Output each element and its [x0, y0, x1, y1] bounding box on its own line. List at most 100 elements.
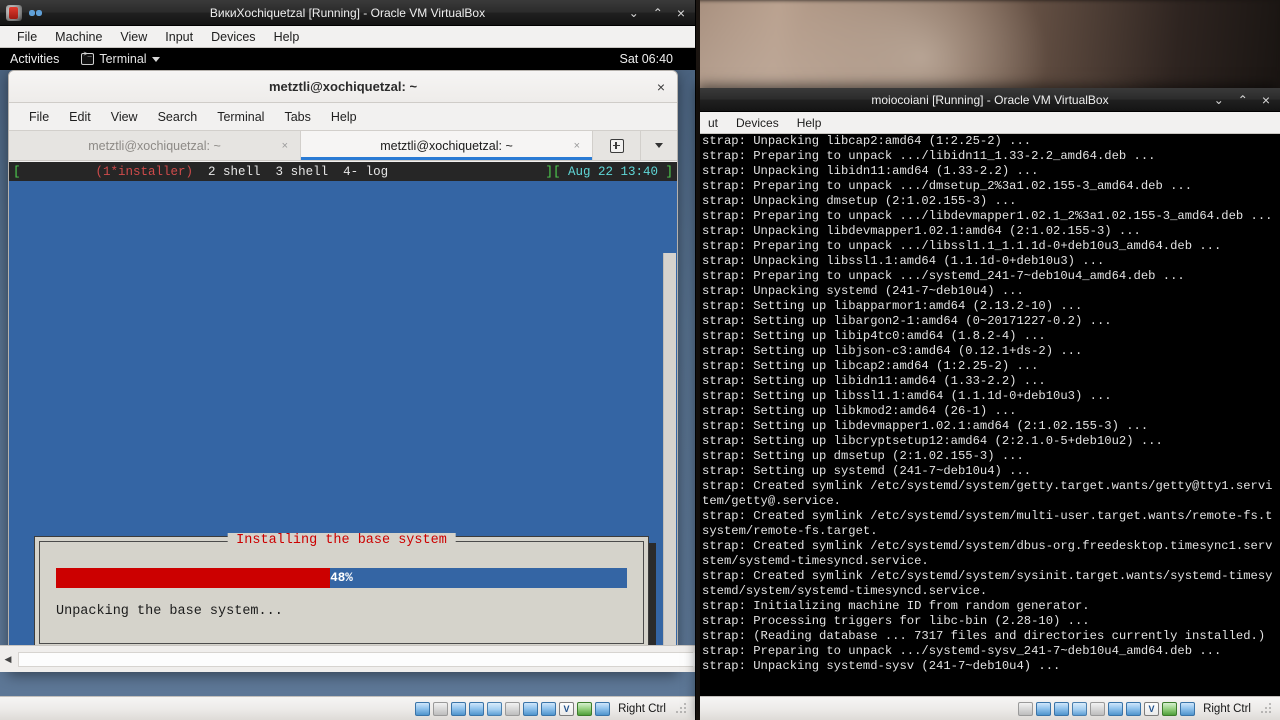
activities-button[interactable]: Activities	[10, 52, 59, 66]
terminal-menu-view[interactable]: View	[101, 110, 148, 124]
terminal-menubar[interactable]: File Edit View Search Terminal Tabs Help	[9, 103, 677, 131]
virtualization-icon[interactable]: V	[559, 701, 575, 716]
right-vm-menubar[interactable]: ut Devices Help	[700, 112, 1280, 134]
mouse-integration-icon[interactable]	[1162, 701, 1178, 716]
minimize-icon[interactable]: ⌄	[629, 7, 639, 19]
console-log-line: strap: Setting up libapparmor1:amd64 (2.…	[702, 299, 1083, 313]
tmux-status-bar: [ (1*installer) 2 shell 3 shell 4- log ]…	[9, 162, 677, 181]
close-icon[interactable]: ×	[677, 6, 685, 20]
optical-drive-icon[interactable]	[1018, 701, 1034, 716]
tmux-active-window[interactable]: (1*installer)	[21, 165, 194, 179]
terminal-menu-edit[interactable]: Edit	[59, 110, 101, 124]
menu-item-input[interactable]: Input	[156, 26, 202, 48]
virtualization-icon[interactable]: V	[1144, 701, 1160, 716]
left-vm-title: ВикиXochiquetzal [Running] - Oracle VM V…	[209, 5, 486, 20]
gnome-clock[interactable]: Sat 06:40	[619, 52, 673, 66]
terminal-tab-2[interactable]: metztli@xochiquetzal: ~ ×	[301, 131, 593, 160]
close-icon[interactable]: ×	[1262, 93, 1270, 107]
minimize-icon[interactable]: ⌄	[1214, 94, 1224, 106]
recording-icon[interactable]	[541, 701, 557, 716]
optical-drive-icon[interactable]	[433, 701, 449, 716]
usb-icon[interactable]	[487, 701, 503, 716]
console-log-line: strap: Unpacking systemd-sysv (241-7~deb…	[702, 659, 1061, 673]
terminal-menu-file[interactable]: File	[19, 110, 59, 124]
terminal-tab-1[interactable]: metztli@xochiquetzal: ~ ×	[9, 131, 301, 160]
left-vm-titlebar[interactable]: ВикиXochiquetzal [Running] - Oracle VM V…	[0, 0, 695, 26]
scroll-left-arrow-icon[interactable]: ◀	[0, 654, 16, 665]
console-log-line: strap: Unpacking dmsetup (2:1.02.155-3) …	[702, 194, 1017, 208]
terminal-close-icon[interactable]: ×	[657, 79, 665, 95]
display-icon[interactable]	[523, 701, 539, 716]
console-log-line: strap: Preparing to unpack .../dmsetup_2…	[702, 179, 1193, 193]
terminal-tab-2-label: metztli@xochiquetzal: ~	[380, 138, 513, 153]
usb-icon[interactable]	[1072, 701, 1088, 716]
virtualbox-window-right[interactable]: moiocoiani [Running] - Oracle VM Virtual…	[700, 88, 1280, 720]
mouse-integration-icon[interactable]	[577, 701, 593, 716]
virtualbox-window-left[interactable]: ВикиXochiquetzal [Running] - Oracle VM V…	[0, 0, 696, 720]
menu-item-file[interactable]: File	[8, 26, 46, 48]
installer-dialog[interactable]: Installing the base system 48% Unpacking…	[34, 533, 649, 649]
console-log-line: strap: Preparing to unpack .../libidn11_…	[702, 149, 1156, 163]
shared-folders-icon[interactable]	[1090, 701, 1106, 716]
tab-list-dropdown-button[interactable]	[641, 131, 677, 160]
menu-item-input-clipped[interactable]: ut	[708, 112, 727, 134]
terminal-menu-help[interactable]: Help	[321, 110, 367, 124]
gnome-terminal-window[interactable]: metztli@xochiquetzal: ~ × File Edit View…	[8, 70, 678, 672]
console-log-line: strap: Setting up libdevmapper1.02.1:amd…	[702, 419, 1149, 433]
terminal-tab-1-close-icon[interactable]: ×	[282, 140, 288, 152]
terminal-menu-search[interactable]: Search	[148, 110, 208, 124]
gnome-top-bar[interactable]: Activities Terminal Sat 06:40	[0, 48, 695, 70]
host-key-icon[interactable]	[1180, 701, 1196, 716]
right-vm-titlebar[interactable]: moiocoiani [Running] - Oracle VM Virtual…	[700, 88, 1280, 112]
console-log-output: strap: Unpacking libcap2:amd64 (1:2.25-2…	[700, 134, 1280, 696]
menu-item-help[interactable]: Help	[788, 112, 831, 134]
host-key-icon[interactable]	[595, 701, 611, 716]
resize-grip-icon[interactable]	[675, 702, 687, 715]
chevron-down-icon[interactable]	[151, 56, 160, 62]
hscroll-track[interactable]	[18, 651, 695, 667]
audio-icon[interactable]	[451, 701, 467, 716]
terminal-body[interactable]: [ (1*installer) 2 shell 3 shell 4- log ]…	[9, 162, 677, 671]
console-log-line: strap: Setting up libargon2-1:amd64 (0~2…	[702, 314, 1112, 328]
right-vm-window-controls[interactable]: ⌄ ⌃ ×	[1214, 93, 1280, 107]
tmux-window-list[interactable]: 2 shell 3 shell 4- log	[193, 165, 388, 179]
resize-grip-icon[interactable]	[1260, 702, 1272, 715]
maximize-icon[interactable]: ⌃	[1238, 94, 1248, 106]
right-vm-statusbar[interactable]: V Right Ctrl	[700, 696, 1280, 720]
console-log-line: tem/getty@.service.	[702, 494, 841, 508]
audio-icon[interactable]	[1036, 701, 1052, 716]
network-icon[interactable]	[1054, 701, 1070, 716]
left-vm-menubar[interactable]: File Machine View Input Devices Help	[0, 26, 695, 48]
menu-item-devices[interactable]: Devices	[727, 112, 788, 134]
console-log-line: strap: Created symlink /etc/systemd/syst…	[702, 509, 1273, 523]
terminal-horizontal-scrollbar[interactable]: ◀	[0, 645, 695, 672]
hscroll-thumb[interactable]	[19, 652, 695, 666]
console-log-line: strap: Initializing machine ID from rand…	[702, 599, 1090, 613]
terminal-tab-2-close-icon[interactable]: ×	[574, 140, 580, 152]
console-log-line: strap: (Reading database ... 7317 files …	[702, 629, 1266, 643]
menu-item-machine[interactable]: Machine	[46, 26, 111, 48]
console-log-line: strap: Setting up libcryptsetup12:amd64 …	[702, 434, 1163, 448]
left-vm-statusbar[interactable]: V Right Ctrl	[0, 696, 695, 720]
terminal-tabbar[interactable]: metztli@xochiquetzal: ~ × metztli@xochiq…	[9, 131, 677, 161]
progress-bar: 48%	[56, 568, 627, 588]
guest-desktop: metztli@xochiquetzal: ~ × File Edit View…	[0, 70, 695, 696]
network-icon[interactable]	[469, 701, 485, 716]
app-menu-terminal[interactable]: Terminal	[81, 51, 160, 66]
menu-item-view[interactable]: View	[111, 26, 156, 48]
display-icon[interactable]	[1108, 701, 1124, 716]
terminal-tab-1-label: metztli@xochiquetzal: ~	[88, 138, 221, 153]
menu-item-devices[interactable]: Devices	[202, 26, 264, 48]
recording-icon[interactable]	[1126, 701, 1142, 716]
left-vm-window-controls[interactable]: ⌄ ⌃ ×	[629, 6, 695, 20]
terminal-menu-tabs[interactable]: Tabs	[274, 110, 320, 124]
terminal-menu-terminal[interactable]: Terminal	[207, 110, 274, 124]
new-tab-button[interactable]	[593, 131, 641, 160]
console-log-line: strap: Preparing to unpack .../systemd_2…	[702, 269, 1185, 283]
terminal-vertical-scrollbar[interactable]	[663, 253, 676, 671]
terminal-titlebar[interactable]: metztli@xochiquetzal: ~ ×	[9, 71, 677, 103]
menu-item-help[interactable]: Help	[265, 26, 309, 48]
shared-folders-icon[interactable]	[505, 701, 521, 716]
maximize-icon[interactable]: ⌃	[653, 7, 663, 19]
hard-disk-icon[interactable]	[415, 701, 431, 716]
